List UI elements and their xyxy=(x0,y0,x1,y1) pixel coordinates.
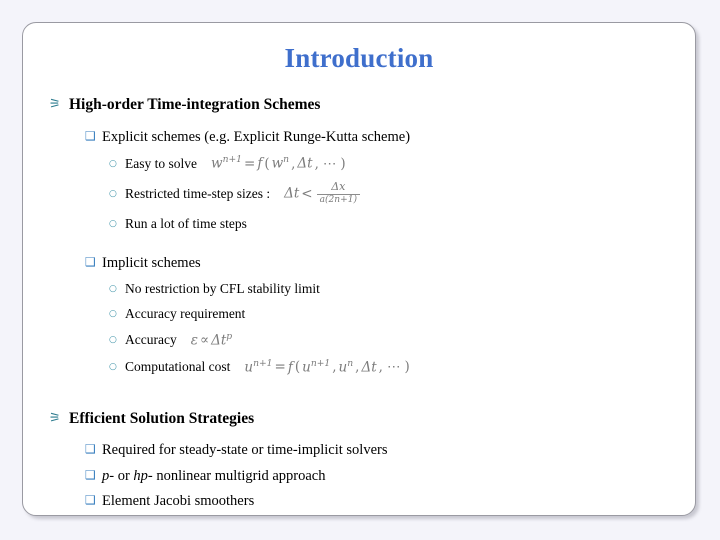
square-bullet-icon: ❑ xyxy=(85,255,96,270)
group-label: p- or hp- nonlinear multigrid approach xyxy=(102,467,326,484)
square-bullet-icon: ❑ xyxy=(85,442,96,457)
square-bullet-icon: ❑ xyxy=(85,493,96,508)
formula-implicit-update: un+1 = f(un+1, un, Δt, ⋯) xyxy=(244,357,410,376)
circle-bullet-icon: ○ xyxy=(109,283,117,294)
or-token: - or xyxy=(109,467,134,484)
formula-cfl-condition: Δt < Δx a(2n+1) xyxy=(284,181,362,206)
ornament-icon: ⚞ xyxy=(49,410,61,426)
rest-token: - nonlinear multigrid approach xyxy=(147,467,326,484)
group-label: Element Jacobi smoothers xyxy=(102,493,255,510)
item-accuracy: ○ Accuracy ε ∝ Δtp xyxy=(109,332,695,348)
section-heading-label: Efficient Solution Strategies xyxy=(69,409,255,427)
formula-accuracy-order: ε ∝ Δtp xyxy=(190,330,233,349)
item-label: Computational cost xyxy=(125,359,231,375)
page-title: Introduction xyxy=(284,43,434,73)
section-heading-high-order: ⚞ High-order Time-integration Schemes xyxy=(49,97,695,113)
slide-canvas: Introduction ⚞ High-order Time-integrati… xyxy=(22,22,696,516)
item-computational-cost: ○ Computational cost un+1 = f(un+1, un, Δt, ⋯… xyxy=(109,359,695,375)
section-heading-efficient-solution: ⚞ Efficient Solution Strategies xyxy=(49,411,695,427)
circle-bullet-icon: ○ xyxy=(109,362,117,373)
circle-bullet-icon: ○ xyxy=(109,188,117,199)
group-required-for-steady-state: ❑ Required for steady-state or time-impl… xyxy=(85,443,695,458)
group-label: Implicit schemes xyxy=(102,255,201,272)
item-label: Accuracy requirement xyxy=(125,305,246,321)
group-explicit-schemes: ❑ Explicit schemes (e.g. Explicit Runge-… xyxy=(85,128,695,145)
item-label: Restricted time-step sizes : xyxy=(125,185,271,201)
square-bullet-icon: ❑ xyxy=(85,467,96,482)
item-accuracy-requirement: ○ Accuracy requirement xyxy=(109,307,695,321)
item-label: No restriction by CFL stability limit xyxy=(125,280,320,296)
group-element-jacobi-smoothers: ❑ Element Jacobi smoothers xyxy=(85,494,695,509)
ornament-icon: ⚞ xyxy=(49,97,61,112)
slide-body: ⚞ High-order Time-integration Schemes ❑ … xyxy=(23,97,695,509)
group-implicit-schemes: ❑ Implicit schemes xyxy=(85,256,695,271)
item-run-many-steps: ○ Run a lot of time steps xyxy=(109,217,695,231)
section-heading-label: High-order Time-integration Schemes xyxy=(69,96,321,113)
formula-explicit-update: wn+1 = f(wn, Δt, ⋯) xyxy=(211,154,346,172)
item-label: Run a lot of time steps xyxy=(125,216,247,232)
circle-bullet-icon: ○ xyxy=(109,219,117,230)
group-label: Required for steady-state or time-implic… xyxy=(102,442,388,459)
group-multigrid-approach: ❑ p- or hp- nonlinear multigrid approach xyxy=(85,467,695,484)
hp-token: hp xyxy=(133,467,148,484)
circle-bullet-icon: ○ xyxy=(109,158,117,169)
item-label: Easy to solve xyxy=(125,155,197,171)
item-restricted-timestep: ○ Restricted time-step sizes : Δt < Δx a(2n… xyxy=(109,181,695,206)
group-label: Explicit schemes (e.g. Explicit Runge-Ku… xyxy=(102,128,411,145)
item-easy-to-solve: ○ Easy to solve wn+1 = f(wn, Δt, ⋯) xyxy=(109,155,695,171)
fraction: Δx a(2n+1) xyxy=(316,181,361,205)
square-bullet-icon: ❑ xyxy=(85,128,96,143)
item-no-cfl-restriction: ○ No restriction by CFL stability limit xyxy=(109,282,695,296)
circle-bullet-icon: ○ xyxy=(109,335,117,346)
circle-bullet-icon: ○ xyxy=(109,308,117,319)
item-label: Accuracy xyxy=(125,332,177,348)
